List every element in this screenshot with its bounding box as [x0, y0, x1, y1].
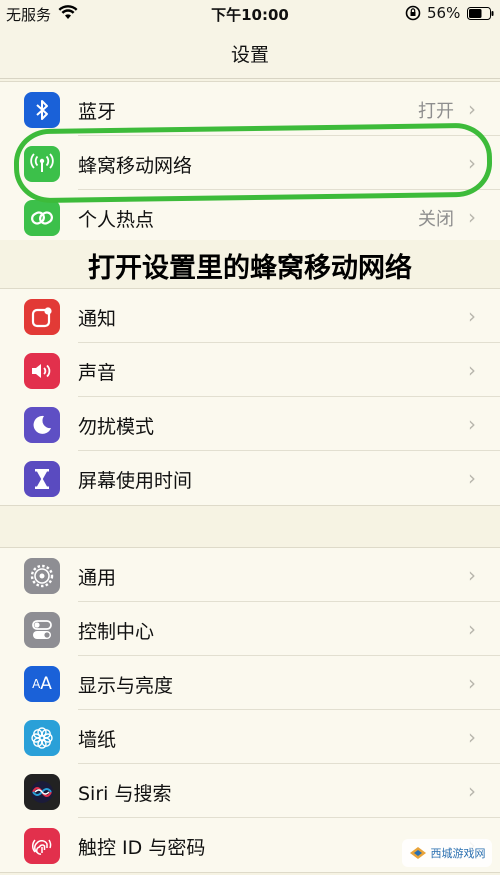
moon-icon: [24, 407, 60, 443]
settings-row-wallpaper[interactable]: 墙纸 ›: [0, 710, 500, 764]
flower-icon: [24, 720, 60, 756]
status-bar: 无服务 下午10:00 56%: [0, 0, 500, 26]
fingerprint-icon: [24, 828, 60, 864]
notification-icon: [24, 299, 60, 335]
settings-group-general: 通用 › 控制中心 › AA 显示与亮度 › 墙纸 › Siri 与搜索 › 触…: [0, 547, 500, 873]
settings-row-do-not-disturb[interactable]: 勿扰模式 ›: [0, 397, 500, 451]
settings-row-label: 通知: [78, 308, 117, 330]
settings-row-control-center[interactable]: 控制中心 ›: [0, 602, 500, 656]
clock-label: 下午10:00: [211, 6, 289, 24]
settings-row-value: 关闭: [418, 209, 454, 230]
text-size-icon: AA: [24, 666, 60, 702]
settings-row-value: 打开: [418, 101, 454, 122]
chevron-right-icon: ›: [468, 466, 476, 490]
chevron-right-icon: ›: [468, 671, 476, 695]
chevron-right-icon: ›: [468, 412, 476, 436]
settings-row-label: 屏幕使用时间: [78, 470, 193, 492]
chevron-right-icon: ›: [468, 205, 476, 229]
settings-row-notifications[interactable]: 通知 ›: [0, 289, 500, 343]
instruction-text: 打开设置里的蜂窝移动网络: [88, 253, 412, 284]
settings-row-screen-time[interactable]: 屏幕使用时间 ›: [0, 451, 500, 505]
chevron-right-icon: ›: [468, 97, 476, 121]
watermark-text: 西城游戏网: [430, 847, 486, 860]
instruction-caption: 打开设置里的蜂窝移动网络: [0, 240, 500, 292]
watermark-logo: 西城游戏网: [402, 839, 492, 867]
chevron-right-icon: ›: [468, 304, 476, 328]
siri-icon: [24, 774, 60, 810]
settings-row-label: 个人热点: [78, 209, 155, 231]
orientation-lock-icon: [405, 5, 421, 21]
settings-row-label: 蓝牙: [78, 101, 117, 123]
settings-row-label: 触控 ID 与密码: [78, 837, 206, 859]
chevron-right-icon: ›: [468, 617, 476, 641]
settings-row-siri[interactable]: Siri 与搜索 ›: [0, 764, 500, 818]
settings-row-label: 显示与亮度: [78, 675, 174, 697]
hourglass-icon: [24, 461, 60, 497]
nav-bar: 设置: [0, 26, 500, 79]
chevron-right-icon: ›: [468, 725, 476, 749]
chevron-right-icon: ›: [468, 563, 476, 587]
settings-row-label: 通用: [78, 567, 117, 589]
gear-icon: [24, 558, 60, 594]
battery-icon: [467, 7, 495, 20]
settings-group-notifications: 通知 › 声音 › 勿扰模式 › 屏幕使用时间 ›: [0, 288, 500, 506]
settings-row-label: Siri 与搜索: [78, 783, 172, 805]
settings-row-sounds[interactable]: 声音 ›: [0, 343, 500, 397]
battery-percent: 56%: [427, 4, 461, 22]
hotspot-icon: [24, 200, 60, 236]
settings-row-label: 勿扰模式: [78, 416, 155, 438]
toggles-icon: [24, 612, 60, 648]
speaker-icon: [24, 353, 60, 389]
settings-row-display[interactable]: AA 显示与亮度 ›: [0, 656, 500, 710]
highlight-circle: [13, 122, 493, 204]
settings-row-label: 墙纸: [78, 729, 117, 751]
settings-row-label: 控制中心: [78, 621, 155, 643]
bluetooth-icon: [24, 92, 60, 128]
page-title: 设置: [230, 44, 269, 66]
chevron-right-icon: ›: [468, 358, 476, 382]
settings-row-general[interactable]: 通用 ›: [0, 548, 500, 602]
settings-row-label: 声音: [78, 362, 117, 384]
watermark-icon: [409, 847, 426, 859]
chevron-right-icon: ›: [468, 779, 476, 803]
